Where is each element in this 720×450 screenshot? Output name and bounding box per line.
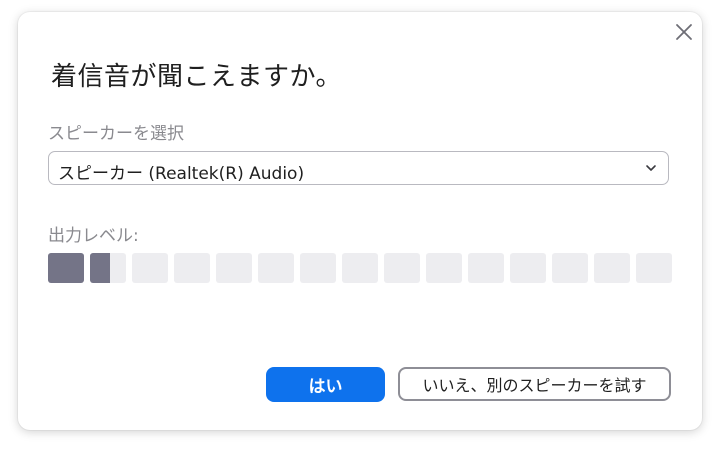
level-segment (384, 253, 420, 283)
chevron-down-icon (646, 165, 656, 171)
level-segment (132, 253, 168, 283)
level-segment (300, 253, 336, 283)
close-icon (676, 24, 692, 40)
level-segment (90, 253, 126, 283)
speaker-test-dialog: 着信音が聞こえますか。 スピーカーを選択 スピーカー (Realtek(R) A… (18, 12, 702, 430)
level-segment (258, 253, 294, 283)
speaker-select-value: スピーカー (Realtek(R) Audio) (58, 164, 305, 184)
try-another-speaker-button[interactable]: いいえ、別のスピーカーを試す (398, 367, 671, 401)
level-segment (468, 253, 504, 283)
level-segment-fill (90, 253, 111, 283)
speaker-select-label: スピーカーを選択 (48, 124, 184, 144)
level-segment (48, 253, 84, 283)
level-segment-fill (48, 253, 84, 283)
close-button[interactable] (674, 22, 694, 42)
output-level-meter (48, 253, 674, 283)
level-segment (552, 253, 588, 283)
level-segment (636, 253, 672, 283)
level-segment (216, 253, 252, 283)
level-segment (342, 253, 378, 283)
screen: 着信音が聞こえますか。 スピーカーを選択 スピーカー (Realtek(R) A… (0, 0, 720, 450)
yes-button[interactable]: はい (266, 367, 385, 402)
level-segment (510, 253, 546, 283)
speaker-select[interactable]: スピーカー (Realtek(R) Audio) (48, 151, 669, 185)
dialog-title: 着信音が聞こえますか。 (51, 62, 342, 92)
level-segment (174, 253, 210, 283)
level-segment (426, 253, 462, 283)
level-segment (594, 253, 630, 283)
output-level-label: 出力レベル: (48, 226, 139, 246)
